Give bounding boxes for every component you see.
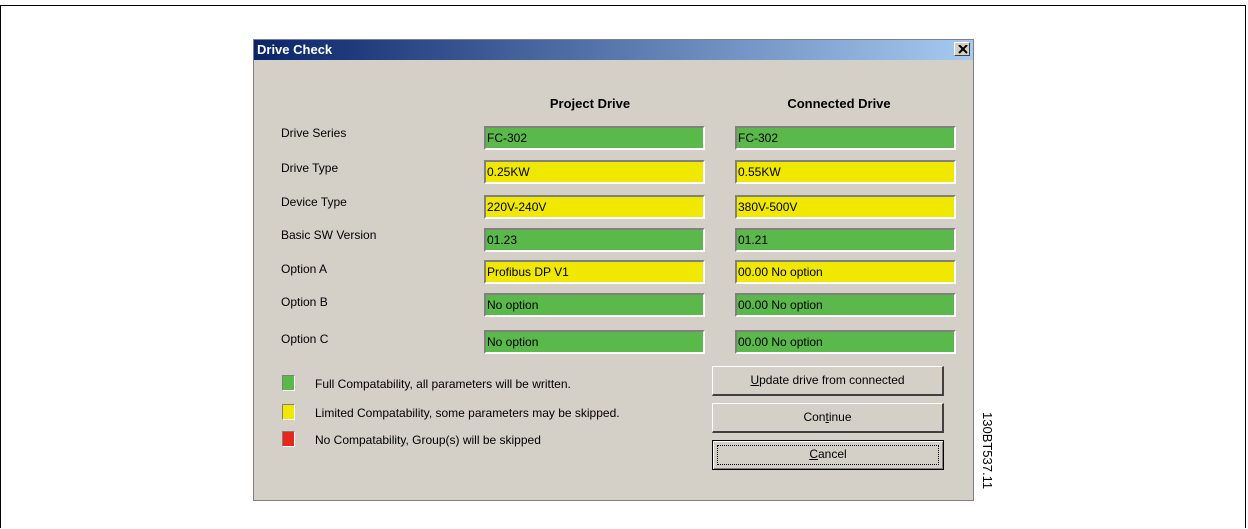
continue-button-label: Continue bbox=[803, 410, 852, 424]
cancel-button[interactable]: Cancel bbox=[712, 440, 944, 470]
row-label-option-c: Option C bbox=[281, 332, 329, 346]
project-option-b-field: No option bbox=[484, 293, 705, 317]
row-label-device-type: Device Type bbox=[281, 195, 347, 209]
project-sw-version-field: 01.23 bbox=[484, 228, 705, 252]
row-label-basic-sw-version: Basic SW Version bbox=[281, 228, 377, 242]
connected-sw-version-field: 01.21 bbox=[735, 228, 956, 252]
update-button-label: Update drive from connected bbox=[750, 373, 905, 387]
project-device-type-field: 220V-240V bbox=[484, 195, 705, 219]
figure-reference-code: 130BT537.11 bbox=[978, 412, 995, 502]
legend-full-compatibility: Full Compatability, all parameters will … bbox=[315, 377, 571, 391]
cancel-button-label: Cancel bbox=[809, 447, 847, 461]
row-label-option-b: Option B bbox=[281, 295, 328, 309]
connected-option-c-field: 00.00 No option bbox=[735, 330, 956, 354]
close-icon bbox=[958, 45, 968, 54]
update-drive-from-connected-button[interactable]: Update drive from connected bbox=[712, 366, 944, 396]
row-label-drive-series: Drive Series bbox=[281, 126, 347, 140]
legend-no-compatibility: No Compatability, Group(s) will be skipp… bbox=[315, 433, 541, 447]
continue-button[interactable]: Continue bbox=[712, 403, 944, 433]
project-option-a-field: Profibus DP V1 bbox=[484, 260, 705, 284]
connected-drive-series-field: FC-302 bbox=[735, 126, 956, 150]
row-label-drive-type: Drive Type bbox=[281, 161, 339, 175]
row-label-option-a: Option A bbox=[281, 262, 328, 276]
title-bar[interactable]: Drive Check bbox=[254, 40, 973, 60]
project-option-c-field: No option bbox=[484, 330, 705, 354]
project-drive-type-field: 0.25KW bbox=[484, 160, 705, 184]
drive-check-dialog: Drive Check Project Drive Connected Driv… bbox=[253, 39, 974, 501]
close-button[interactable] bbox=[954, 42, 970, 56]
connected-option-b-field: 00.00 No option bbox=[735, 293, 956, 317]
project-drive-header: Project Drive bbox=[549, 96, 631, 111]
connected-drive-header: Connected Drive bbox=[787, 96, 891, 111]
legend-swatch-green bbox=[282, 375, 295, 391]
legend-swatch-red bbox=[282, 431, 295, 447]
connected-option-a-field: 00.00 No option bbox=[735, 260, 956, 284]
dialog-title: Drive Check bbox=[257, 42, 333, 57]
figure-reference-text: 130BT537.11 bbox=[980, 412, 995, 490]
legend-limited-compatibility: Limited Compatability, some parameters m… bbox=[315, 406, 620, 420]
legend-swatch-yellow bbox=[282, 404, 295, 420]
project-drive-series-field: FC-302 bbox=[484, 126, 705, 150]
connected-drive-type-field: 0.55KW bbox=[735, 160, 956, 184]
connected-device-type-field: 380V-500V bbox=[735, 195, 956, 219]
